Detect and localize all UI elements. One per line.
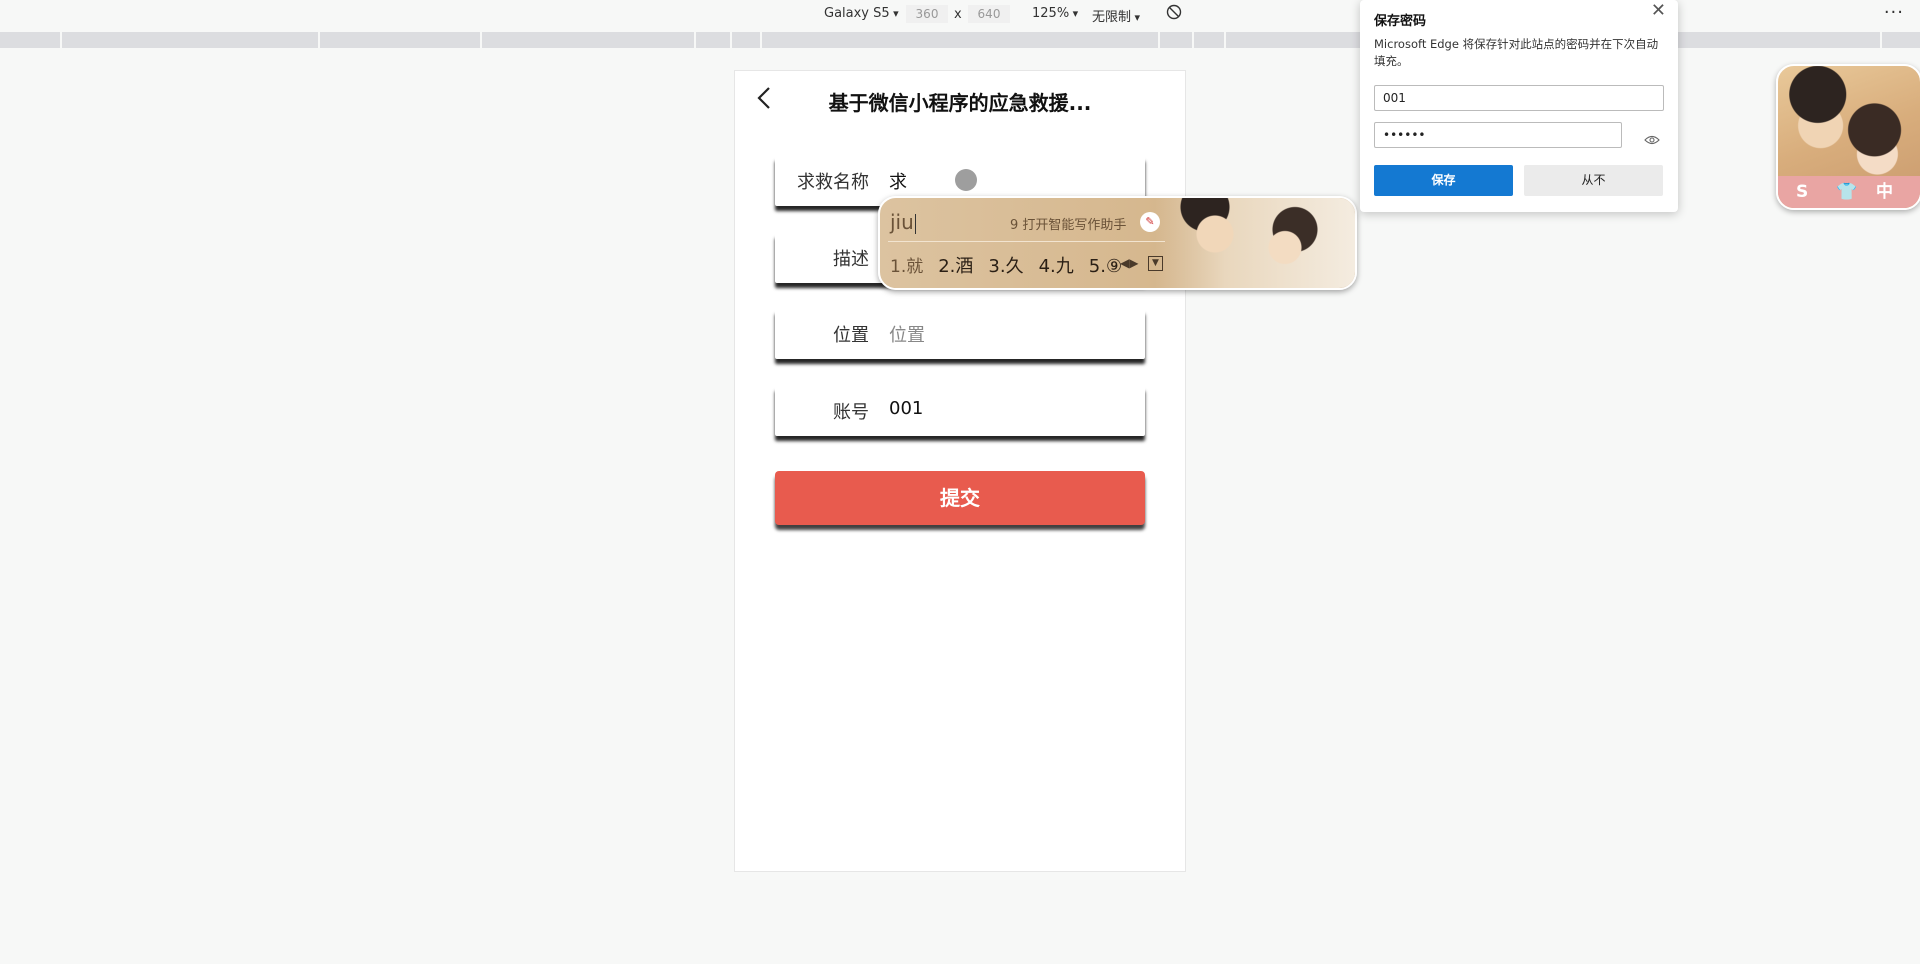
touch-cursor <box>955 169 977 191</box>
candidate[interactable]: 2.酒 <box>938 256 973 277</box>
ime-pinyin: jiu <box>890 210 914 234</box>
save-button[interactable]: 保存 <box>1374 165 1513 196</box>
location-input[interactable]: 位置 <box>889 321 925 347</box>
never-button[interactable]: 从不 <box>1524 165 1663 196</box>
height-input[interactable]: 640 <box>968 5 1010 23</box>
field-label: 描述 <box>833 249 869 270</box>
page-arrows-icon[interactable]: ◀▶ <box>1120 256 1138 270</box>
ime-divider <box>888 241 1165 242</box>
skin-icon[interactable]: 👕 <box>1836 176 1857 208</box>
zoom-select[interactable]: 125% <box>1032 6 1078 21</box>
sogou-icon[interactable]: S <box>1796 176 1808 208</box>
ime-status-badge[interactable]: S 👕 中 <box>1776 64 1920 210</box>
close-icon[interactable]: ✕ <box>1651 0 1666 21</box>
candidate[interactable]: 1.就 <box>890 257 923 277</box>
rescue-name-input[interactable]: 求 <box>889 168 907 194</box>
account-input[interactable]: 001 <box>889 398 923 419</box>
username-field[interactable] <box>1374 85 1664 111</box>
rotate-icon[interactable] <box>1166 4 1182 24</box>
field-account[interactable]: 账号 001 <box>775 386 1145 436</box>
device-select[interactable]: Galaxy S5 <box>824 6 899 21</box>
ime-candidate-window: jiu 9 打开智能写作助手 ✎ 1.就 2.酒 3.久 4.九 5.⑨ ◀▶ ▼ <box>878 196 1357 290</box>
page-title: 基于微信小程序的应急救援... <box>828 91 1092 115</box>
expand-icon[interactable]: ▼ <box>1148 256 1163 271</box>
candidate[interactable]: 3.久 <box>988 256 1023 277</box>
throttle-select[interactable]: 无限制 <box>1092 6 1140 25</box>
assistant-icon[interactable]: ✎ <box>1140 212 1160 232</box>
save-password-dialog: 保存密码 ✕ Microsoft Edge 将保存针对此站点的密码并在下次自动填… <box>1360 0 1678 212</box>
ime-skin-image <box>1155 198 1355 288</box>
more-icon[interactable]: ··· <box>1884 2 1904 23</box>
phone-screen: 基于微信小程序的应急救援... 求救名称 求 描述 位置 位置 账号 001 提… <box>734 70 1186 872</box>
field-label: 求救名称 <box>797 172 869 193</box>
field-label: 账号 <box>833 402 869 423</box>
dimension-separator: x <box>954 7 962 22</box>
eye-icon[interactable] <box>1644 130 1660 145</box>
dialog-title: 保存密码 <box>1374 14 1427 29</box>
password-field[interactable] <box>1374 122 1622 148</box>
dialog-description: Microsoft Edge 将保存针对此站点的密码并在下次自动填充。 <box>1374 37 1659 68</box>
ime-assistant-link[interactable]: 9 打开智能写作助手 <box>1010 214 1126 233</box>
ime-toolbar: S 👕 中 <box>1778 176 1920 208</box>
submit-button[interactable]: 提交 <box>775 471 1145 525</box>
chinese-mode-icon[interactable]: 中 <box>1876 176 1893 208</box>
nav-bar: 基于微信小程序的应急救援... <box>735 71 1185 129</box>
candidate[interactable]: 4.九 <box>1039 256 1074 277</box>
candidate[interactable]: 5.⑨ <box>1089 256 1122 277</box>
ime-candidates: 1.就 2.酒 3.久 4.九 5.⑨ <box>890 252 1137 278</box>
back-icon[interactable] <box>753 85 777 111</box>
width-input[interactable]: 360 <box>906 5 948 23</box>
field-label: 位置 <box>833 325 869 346</box>
field-location[interactable]: 位置 位置 <box>775 309 1145 359</box>
